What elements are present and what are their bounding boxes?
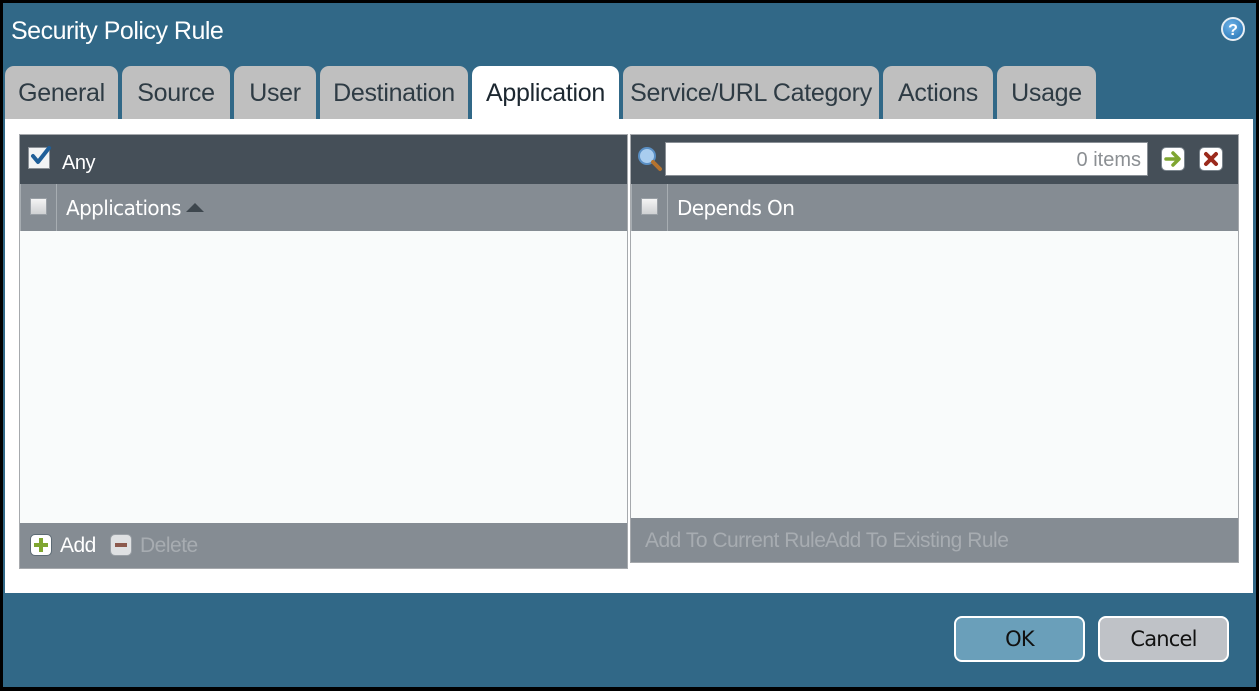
search-icon [638, 147, 662, 171]
applications-column-header: Applications [20, 184, 627, 231]
any-checkbox[interactable] [28, 146, 51, 169]
select-all-checkbox[interactable] [641, 198, 658, 215]
applications-column-title[interactable]: Applications [66, 196, 204, 220]
depends-on-column-title[interactable]: Depends On [677, 196, 795, 220]
tab-content: Any Applications Add Delete 0 items Depe… [5, 119, 1253, 593]
arrow-right-icon [1164, 151, 1181, 167]
ok-button[interactable]: OK [954, 616, 1085, 662]
add-to-current-rule-button[interactable]: Add To Current Rule [645, 529, 826, 553]
any-bar: Any [20, 135, 627, 184]
depends-on-footer: Add To Current Rule Add To Existing Rule [631, 518, 1238, 562]
add-to-existing-rule-button[interactable]: Add To Existing Rule [825, 529, 1009, 553]
applications-footer: Add Delete [20, 523, 627, 568]
sort-ascending-icon [185, 203, 204, 212]
delete-icon [110, 534, 132, 556]
cancel-button[interactable]: Cancel [1098, 616, 1229, 662]
depends-on-column-header: Depends On [631, 184, 1238, 231]
any-label: Any [62, 152, 95, 174]
tab-destination[interactable]: Destination [320, 66, 468, 119]
tab-service-url-category[interactable]: Service/URL Category [623, 66, 879, 119]
tab-user[interactable]: User [234, 66, 316, 119]
add-icon[interactable] [30, 534, 52, 556]
search-bar: 0 items [631, 135, 1238, 184]
tab-general[interactable]: General [5, 66, 118, 119]
dialog-title: Security Policy Rule [11, 17, 224, 45]
help-icon[interactable]: ? [1221, 17, 1245, 41]
apply-filter-button[interactable] [1161, 147, 1185, 171]
add-button[interactable]: Add [60, 534, 96, 558]
delete-button[interactable]: Delete [140, 534, 198, 558]
applications-column-label: Applications [66, 196, 182, 220]
checkmark-icon [31, 146, 51, 164]
tab-actions[interactable]: Actions [883, 66, 993, 119]
tab-usage[interactable]: Usage [997, 66, 1096, 119]
select-all-cell [20, 184, 57, 231]
select-all-cell [631, 184, 668, 231]
close-icon [1204, 152, 1218, 166]
items-count: 0 items [1076, 149, 1141, 171]
tab-source[interactable]: Source [122, 66, 230, 119]
applications-panel: Any Applications Add Delete [19, 134, 628, 569]
depends-on-panel: 0 items Depends On Add To Current Rule A… [630, 134, 1239, 563]
security-policy-rule-dialog: Security Policy Rule ? General Source Us… [3, 3, 1256, 687]
tab-application[interactable]: Application [472, 66, 619, 121]
select-all-checkbox[interactable] [30, 198, 47, 215]
search-input[interactable]: 0 items [665, 142, 1148, 176]
clear-filter-button[interactable] [1199, 147, 1223, 171]
